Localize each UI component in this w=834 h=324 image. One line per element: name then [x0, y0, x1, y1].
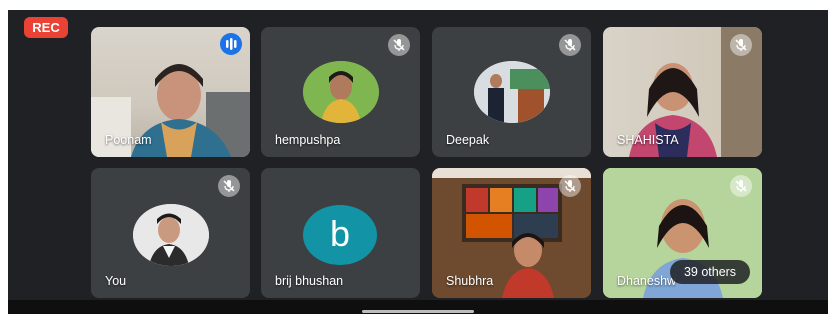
mic-off-icon — [735, 39, 747, 51]
recording-badge: REC — [24, 17, 68, 38]
mic-off-icon — [223, 180, 235, 192]
home-indicator[interactable] — [362, 310, 474, 313]
others-count-badge[interactable]: 39 others — [670, 260, 750, 284]
participant-tile-hempushpa[interactable]: hempushpa — [261, 27, 420, 157]
avatar — [474, 61, 550, 123]
participant-name: SHAHISTA — [617, 133, 679, 147]
avatar: b — [303, 205, 377, 265]
participant-name: Shubhra — [446, 274, 494, 288]
participant-name: Deepak — [446, 133, 490, 147]
speaking-indicator — [220, 33, 242, 55]
mute-indicator — [730, 175, 752, 197]
avatar — [133, 204, 209, 266]
participant-name: brij bhushan — [275, 274, 344, 288]
participant-name: Poonam — [105, 133, 152, 147]
mic-off-icon — [564, 39, 576, 51]
mic-off-icon — [393, 39, 405, 51]
participant-name: Dhaneshw — [617, 274, 677, 288]
avatar — [303, 61, 379, 123]
participant-name: You — [105, 274, 127, 288]
mic-off-icon — [735, 180, 747, 192]
mute-indicator — [559, 34, 581, 56]
mute-indicator — [388, 34, 410, 56]
audio-wave-icon — [226, 38, 237, 50]
mic-off-icon — [564, 180, 576, 192]
participant-tile-deepak[interactable]: Deepak — [432, 27, 591, 157]
participant-tile-brij-bhushan[interactable]: b brij bhushan — [261, 168, 420, 298]
mute-indicator — [218, 175, 240, 197]
participant-tile-shubhra[interactable]: Shubhra — [432, 168, 591, 298]
participant-name: hempushpa — [275, 133, 341, 147]
mute-indicator — [730, 34, 752, 56]
participant-tile-you[interactable]: You — [91, 168, 250, 298]
mute-indicator — [559, 175, 581, 197]
participant-tile-poonam[interactable]: Poonam — [91, 27, 250, 157]
participant-tile-shahista[interactable]: SHAHISTA — [603, 27, 762, 157]
